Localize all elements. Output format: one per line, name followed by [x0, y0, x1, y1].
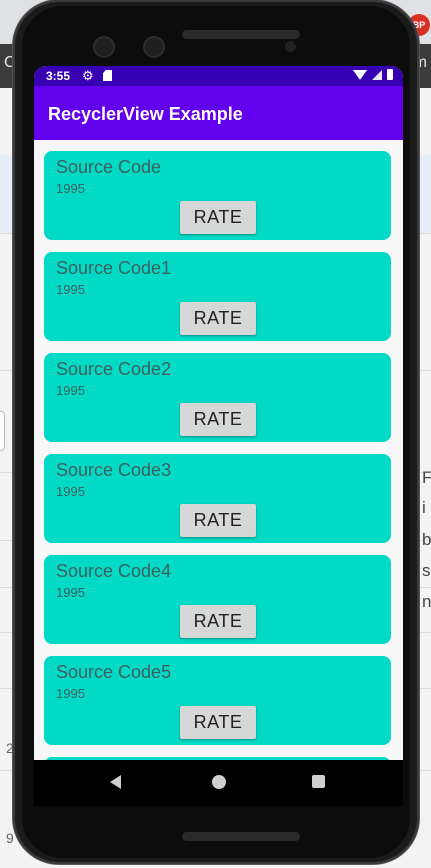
item-year: 1995	[56, 282, 85, 297]
background-text: s	[422, 561, 431, 580]
item-year: 1995	[56, 686, 85, 701]
item-title: Source Code1	[56, 258, 172, 278]
item-title: Source Code5	[56, 662, 172, 682]
status-bar: 3:55 ⚙	[34, 66, 403, 86]
front-sensor	[143, 36, 165, 58]
navigation-bar	[34, 760, 403, 806]
recycler-list[interactable]: Source Code 1995 RATE Source Code1 1995 …	[34, 140, 403, 760]
bottom-speaker	[182, 832, 300, 841]
list-item[interactable]: Source Code5 1995 RATE	[44, 656, 391, 745]
front-camera	[93, 36, 115, 58]
proximity-sensor	[285, 41, 296, 52]
item-title: Source Code3	[56, 460, 172, 480]
item-year: 1995	[56, 181, 85, 196]
signal-icon	[372, 69, 382, 80]
app-bar: RecyclerView Example	[34, 86, 403, 140]
list-item[interactable]: Source Code4 1995 RATE	[44, 555, 391, 644]
item-year: 1995	[56, 585, 85, 600]
list-item[interactable]: Source Code 1995 RATE	[44, 151, 391, 240]
background-number: 9	[6, 830, 14, 846]
item-title: Source Code	[56, 157, 162, 177]
battery-icon	[387, 69, 393, 80]
status-indicators	[353, 69, 393, 80]
background-text: n	[422, 592, 431, 611]
item-year: 1995	[56, 383, 85, 398]
item-title: Source Code4	[56, 561, 172, 581]
rate-button[interactable]: RATE	[180, 302, 256, 335]
list-item[interactable]: Source Code3 1995 RATE	[44, 454, 391, 543]
background-text: F	[422, 468, 431, 487]
device-screen: 3:55 ⚙ RecyclerView Example Source Code …	[34, 66, 403, 806]
list-item[interactable]: Source Code1 1995 RATE	[44, 252, 391, 341]
rate-button[interactable]: RATE	[180, 201, 256, 234]
item-year: 1995	[56, 484, 85, 499]
home-icon[interactable]	[212, 775, 226, 789]
recents-icon[interactable]	[312, 775, 325, 788]
rate-button[interactable]: RATE	[180, 403, 256, 436]
earpiece-speaker	[182, 30, 300, 39]
wifi-icon	[353, 69, 367, 80]
rate-button[interactable]: RATE	[180, 706, 256, 739]
status-time: 3:55	[46, 69, 71, 83]
rate-button[interactable]: RATE	[180, 605, 256, 638]
rate-button[interactable]: RATE	[180, 504, 256, 537]
back-icon[interactable]	[110, 775, 121, 789]
sd-card-icon	[103, 70, 112, 81]
item-title: Source Code2	[56, 359, 172, 379]
background-text: i	[422, 498, 426, 517]
list-item[interactable]: Source Code2 1995 RATE	[44, 353, 391, 442]
background-text: b	[422, 530, 431, 549]
app-title: RecyclerView Example	[48, 104, 243, 124]
gear-icon: ⚙	[82, 68, 94, 83]
background-input-edge	[0, 411, 5, 451]
